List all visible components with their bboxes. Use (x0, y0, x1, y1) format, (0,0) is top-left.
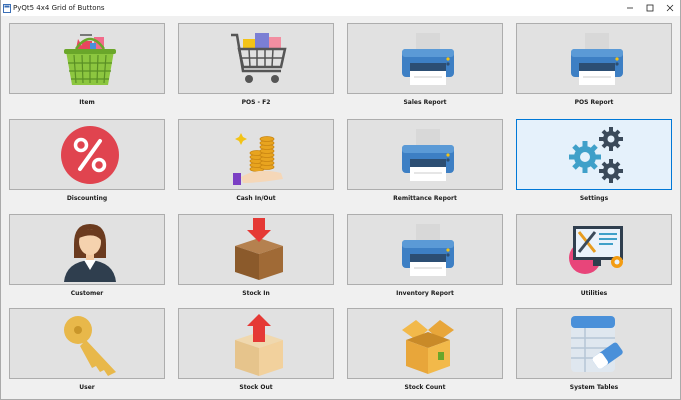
pos-report-button[interactable] (516, 23, 672, 94)
shopping-cart-icon (231, 33, 287, 83)
gears-icon (569, 127, 623, 183)
user-button[interactable] (9, 308, 165, 379)
system-tables-cell: System Tables (516, 308, 676, 397)
stock-out-cell: Stock Out (178, 308, 338, 397)
settings-button[interactable] (516, 119, 672, 190)
stock-count-label: Stock Count (404, 384, 446, 391)
stock-in-cell: Stock In (178, 214, 338, 303)
table-eraser-icon (571, 316, 623, 372)
cash-in-out-cell: Cash In/Out (178, 119, 338, 208)
inventory-report-button[interactable] (347, 214, 503, 285)
stock-count-button[interactable] (347, 308, 503, 379)
item-label: Item (79, 99, 95, 106)
settings-cell: Settings (516, 119, 676, 208)
printer-icon (402, 129, 454, 181)
close-icon[interactable] (660, 0, 680, 16)
box-arrow-out-icon (235, 314, 283, 376)
cash-in-out-label: Cash In/Out (236, 195, 276, 202)
utilities-label: Utilities (580, 290, 608, 297)
stock-out-label: Stock Out (239, 384, 273, 391)
utilities-cell: Utilities (516, 214, 676, 303)
customer-avatar-icon (64, 224, 116, 282)
minimize-icon[interactable] (620, 0, 640, 16)
utilities-button[interactable] (516, 214, 672, 285)
monitor-tools-icon (569, 226, 623, 274)
stock-in-label: Stock In (242, 290, 270, 297)
pos-cell: POS - F2 (178, 23, 338, 112)
customer-label: Customer (70, 290, 104, 297)
system-tables-button[interactable] (516, 308, 672, 379)
stock-in-button[interactable] (178, 214, 334, 285)
stock-out-button[interactable] (178, 308, 334, 379)
cash-in-out-button[interactable] (178, 119, 334, 190)
percent-badge-icon (61, 126, 119, 184)
printer-icon (571, 33, 623, 85)
pos-report-cell: POS Report (516, 23, 676, 112)
shopping-basket-icon (64, 34, 116, 85)
maximize-icon[interactable] (640, 0, 660, 16)
pos-report-label: POS Report (574, 99, 614, 106)
inventory-report-cell: Inventory Report (347, 214, 507, 303)
remittance-report-cell: Remittance Report (347, 119, 507, 208)
stock-count-cell: Stock Count (347, 308, 507, 397)
discounting-label: Discounting (66, 195, 108, 202)
customer-button[interactable] (9, 214, 165, 285)
customer-cell: Customer (9, 214, 169, 303)
item-button[interactable] (9, 23, 165, 94)
settings-label: Settings (579, 195, 609, 202)
system-tables-label: System Tables (569, 384, 619, 391)
discounting-button[interactable] (9, 119, 165, 190)
sales-report-button[interactable] (347, 23, 503, 94)
printer-icon (402, 224, 454, 276)
inventory-report-label: Inventory Report (396, 290, 454, 297)
pos-button[interactable] (178, 23, 334, 94)
app-window: PyQt5 4x4 Grid of Buttons Item POS - F2 … (0, 0, 681, 400)
sales-report-cell: Sales Report (347, 23, 507, 112)
title-bar[interactable]: PyQt5 4x4 Grid of Buttons (1, 0, 680, 16)
remittance-report-label: Remittance Report (393, 195, 457, 202)
coins-hand-icon (233, 133, 283, 185)
pos-label: POS - F2 (241, 99, 271, 106)
box-arrow-in-icon (235, 218, 283, 280)
app-icon (3, 3, 11, 13)
sales-report-label: Sales Report (403, 99, 447, 106)
window-title: PyQt5 4x4 Grid of Buttons (13, 4, 105, 12)
remittance-report-button[interactable] (347, 119, 503, 190)
printer-icon (402, 33, 454, 85)
key-icon (64, 316, 116, 376)
open-box-icon (402, 320, 454, 374)
user-label: User (79, 384, 95, 391)
item-cell: Item (9, 23, 169, 112)
discounting-cell: Discounting (9, 119, 169, 208)
user-cell: User (9, 308, 169, 397)
button-grid: Item POS - F2 Sales Report POS Report Di… (1, 16, 680, 399)
